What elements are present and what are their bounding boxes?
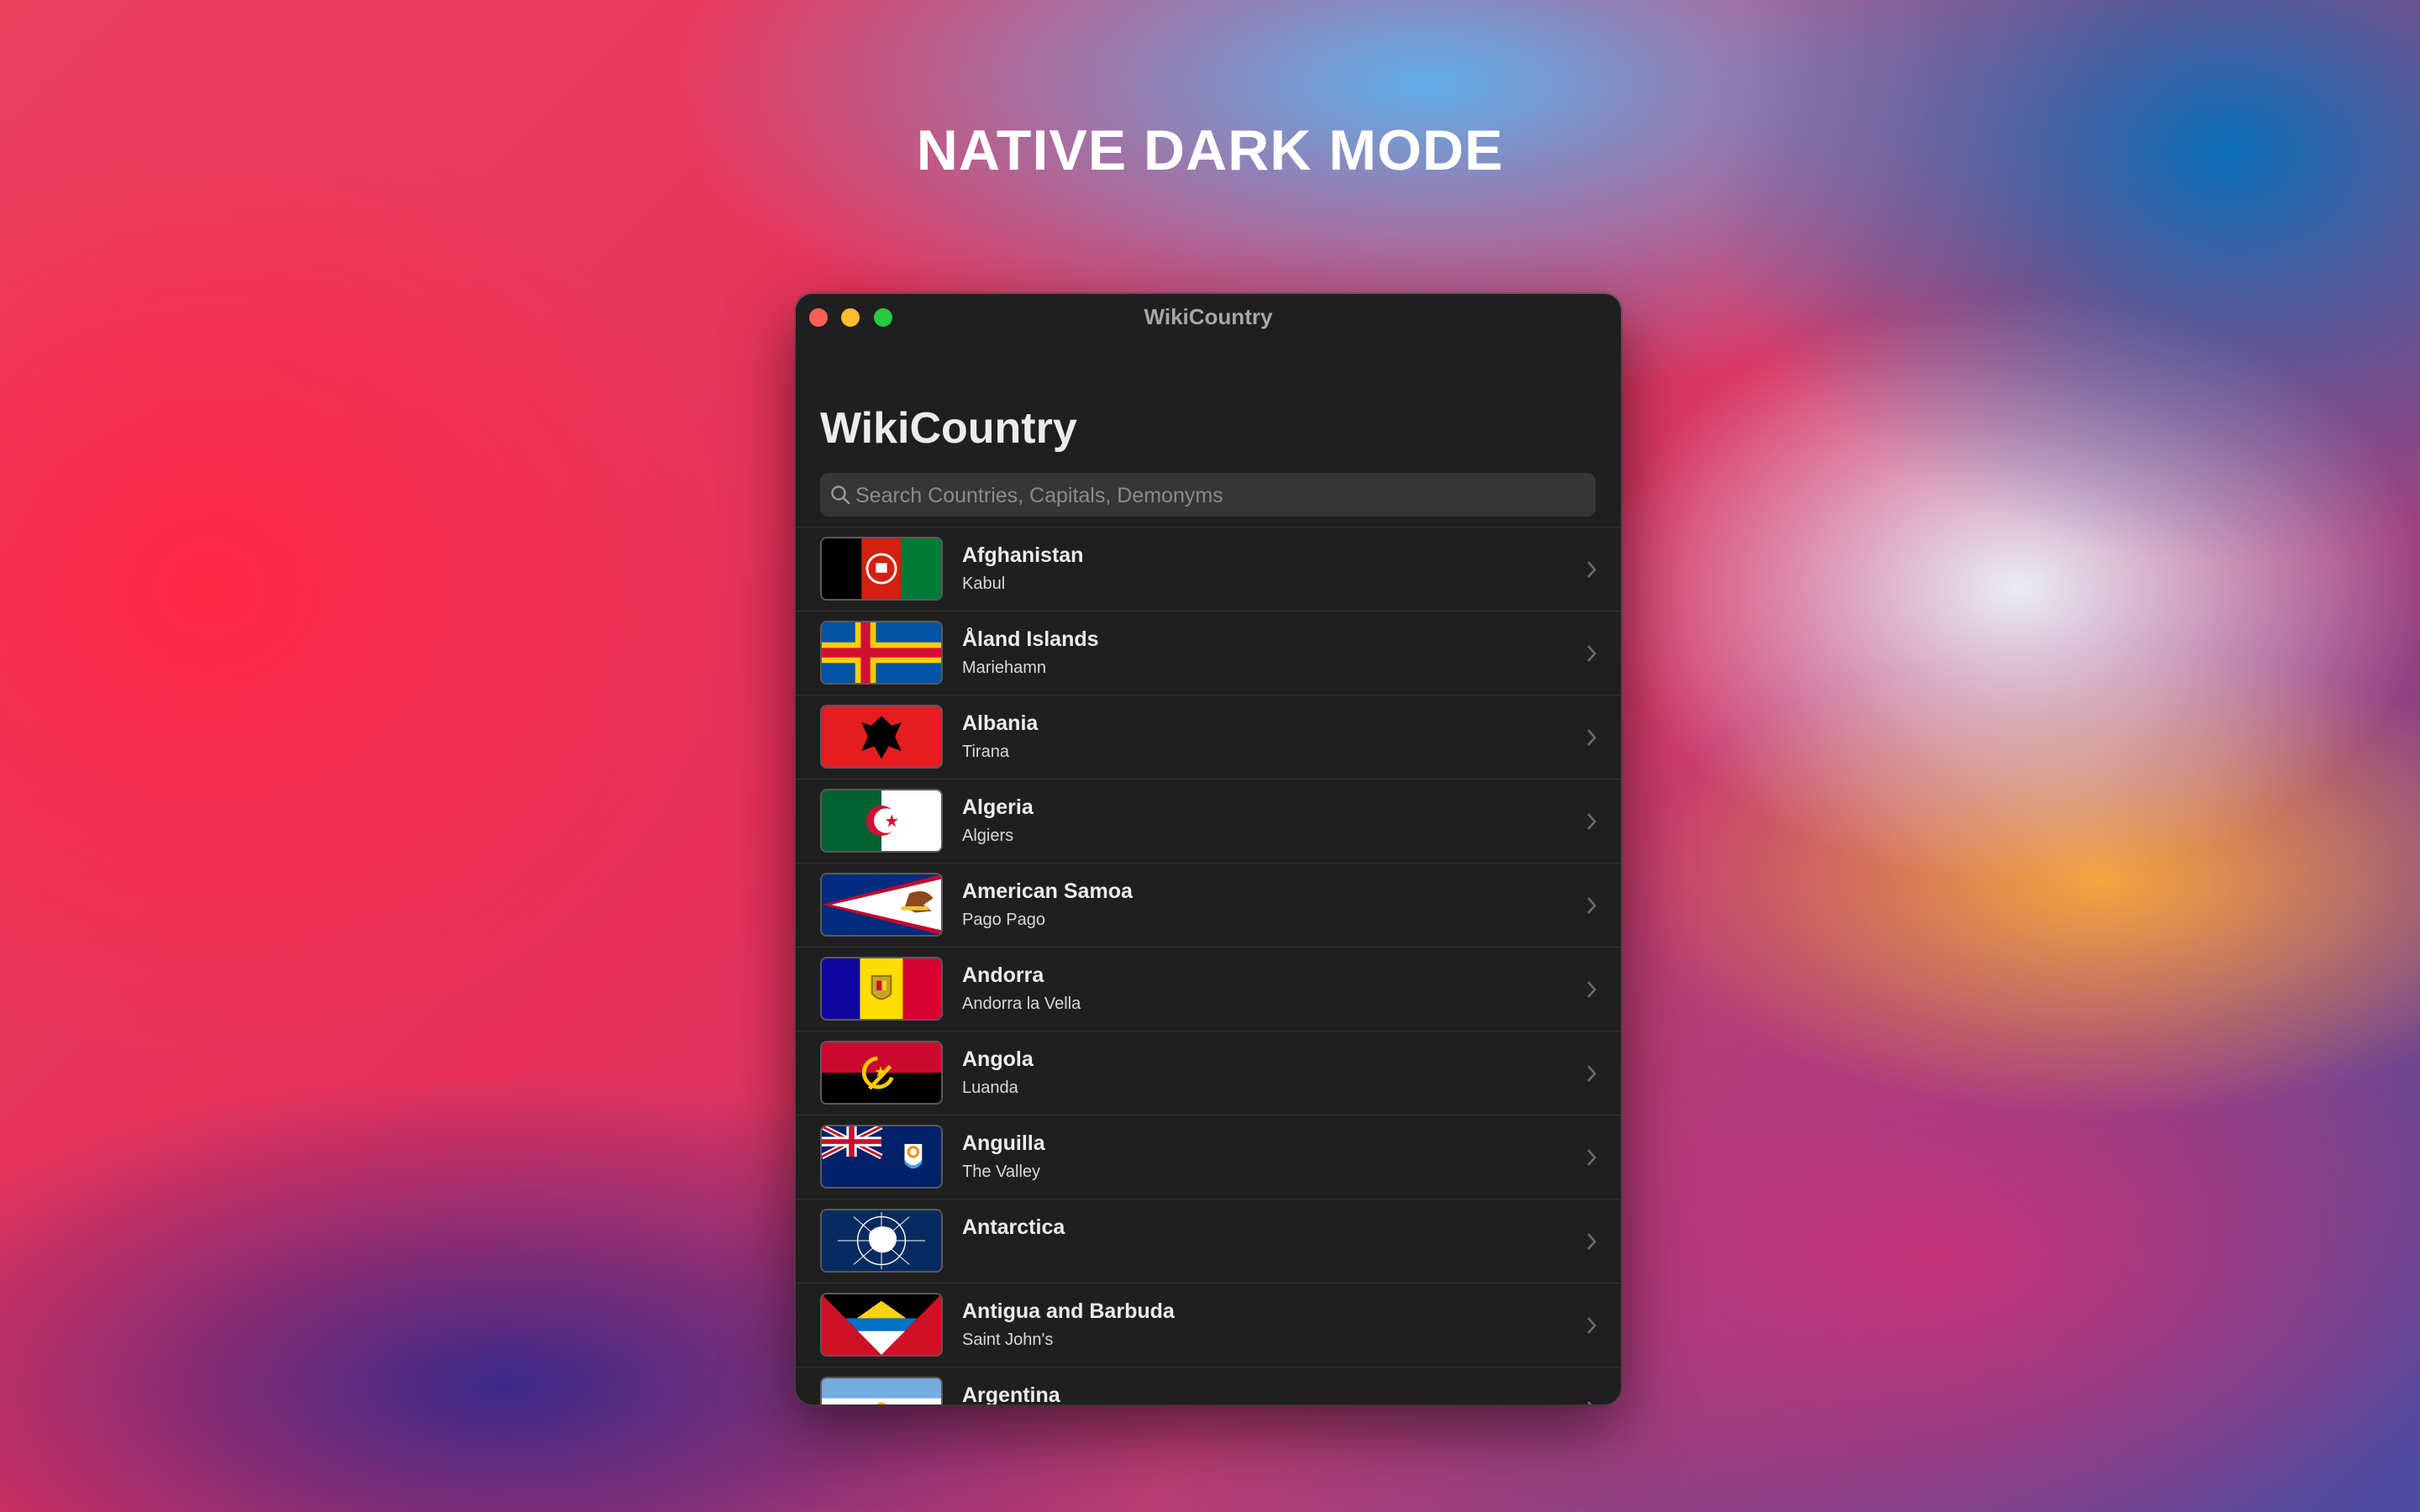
list-item[interactable]: Algeria Algiers [796,780,1621,864]
search-input[interactable] [854,473,1580,518]
andorra-flag-icon [820,957,943,1021]
country-name: Antigua and Barbuda [962,1299,1175,1323]
country-capital: The Valley [962,1163,1041,1181]
headline: NATIVE DARK MODE [916,118,1504,182]
country-name: Algeria [962,795,1034,819]
list-item[interactable]: Åland Islands Mariehamn [796,612,1621,696]
list-item[interactable]: Angola Luanda [796,1032,1621,1116]
antigua-flag-icon [820,1293,943,1357]
afghanistan-flag-icon [820,537,943,601]
country-capital: Luanda [962,1079,1018,1097]
american-samoa-flag-icon [820,873,943,937]
country-name: Albania [962,711,1039,735]
chevron-right-icon [1587,1401,1592,1404]
chevron-right-icon [1587,1065,1597,1082]
app-window: WikiCountry WikiCountry Afghanistan Kabu… [796,294,1621,1404]
antarctica-flag-icon [820,1209,943,1273]
country-capital: Algiers [962,827,1014,845]
country-name: American Samoa [962,879,1133,903]
country-capital: Pago Pago [962,911,1045,929]
country-name: Andorra [962,963,1044,987]
country-capital: Tirana [962,743,1009,761]
algeria-flag-icon [820,789,943,853]
chevron-right-icon [1587,813,1597,830]
list-item[interactable]: Afghanistan Kabul [796,528,1621,612]
chevron-right-icon [1587,897,1597,914]
argentina-flag-icon [820,1377,943,1404]
chevron-right-icon [1587,1233,1597,1250]
list-item[interactable]: Anguilla The Valley [796,1116,1621,1200]
list-item[interactable]: Argentina [796,1368,1621,1404]
list-item[interactable]: Albania Tirana [796,696,1621,780]
chevron-right-icon [1587,1149,1597,1166]
country-name: Anguilla [962,1131,1045,1155]
anguilla-flag-icon [820,1125,943,1189]
aland-flag-icon [820,621,943,685]
country-capital: Kabul [962,575,1006,593]
country-name: Angola [962,1047,1034,1071]
title-bar[interactable]: WikiCountry [796,294,1621,341]
country-name: Åland Islands [962,627,1099,651]
country-name: Antarctica [962,1215,1065,1239]
chevron-right-icon [1587,561,1597,578]
chevron-right-icon [1587,729,1597,746]
search-field[interactable] [820,473,1596,518]
chevron-right-icon [1587,981,1597,998]
chevron-right-icon [1587,645,1597,662]
page-title: WikiCountry [820,404,1077,453]
chevron-right-icon [1587,1317,1597,1334]
search-icon [831,486,850,505]
country-name: Afghanistan [962,543,1084,567]
country-capital: Mariehamn [962,659,1047,677]
list-item[interactable]: Antarctica [796,1200,1621,1284]
list-item[interactable]: American Samoa Pago Pago [796,864,1621,948]
country-list: Afghanistan Kabul Åland Islands Marieham… [796,527,1621,1404]
list-item[interactable]: Andorra Andorra la Vella [796,948,1621,1032]
window-title: WikiCountry [1144,304,1273,329]
country-capital: Andorra la Vella [962,995,1081,1013]
country-capital: Saint John's [962,1331,1054,1349]
list-item[interactable]: Antigua and Barbuda Saint John's [796,1284,1621,1368]
angola-flag-icon [820,1041,943,1105]
albania-flag-icon [820,705,943,769]
country-name: Argentina [962,1383,1060,1404]
